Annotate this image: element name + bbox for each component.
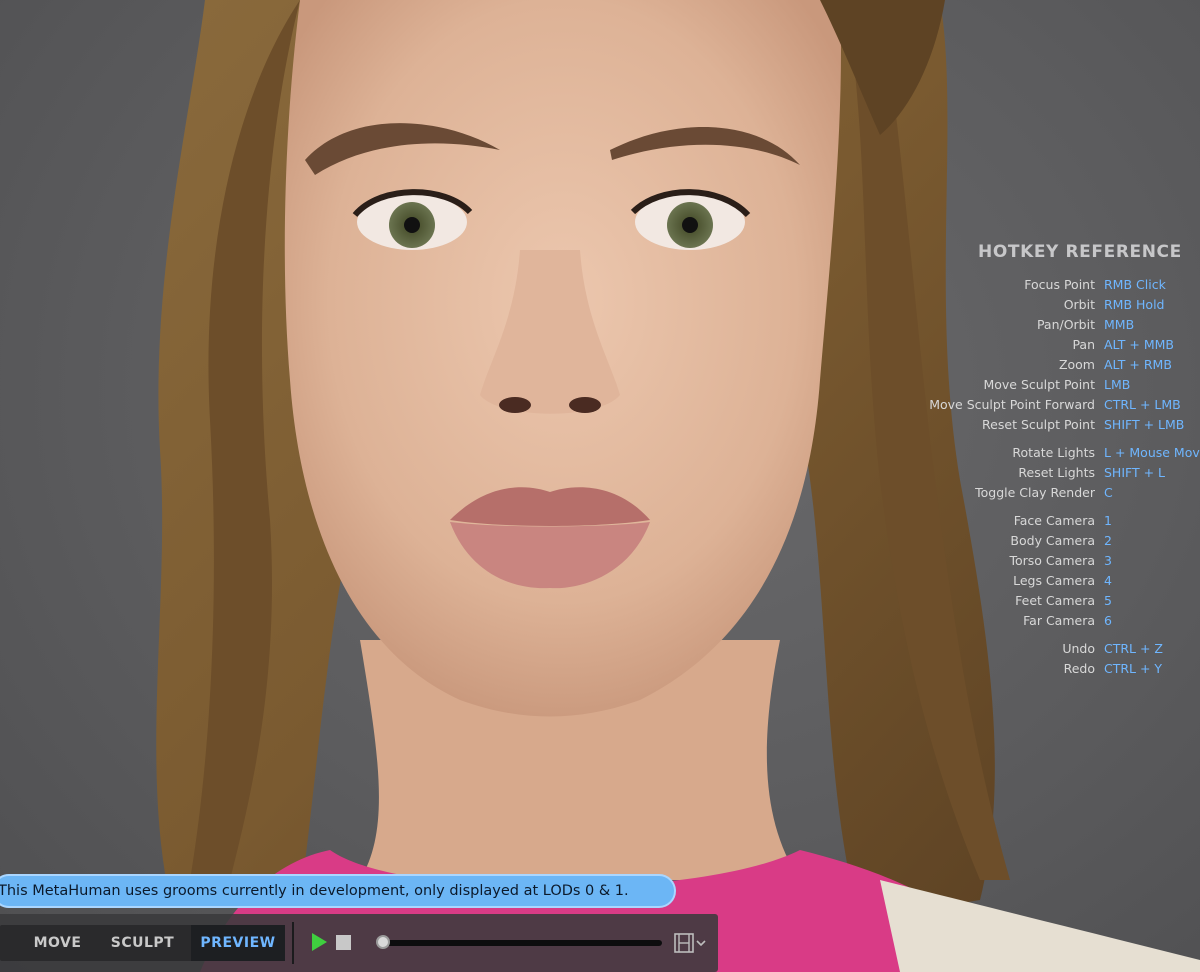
hotkey-action: Body Camera — [1010, 533, 1095, 548]
hotkey-key: L + Mouse Move — [1104, 445, 1200, 460]
hotkey-action: Face Camera — [1013, 513, 1095, 528]
hotkey-row: Reset Sculpt Point SHIFT + LMB — [930, 416, 1200, 434]
play-icon[interactable] — [310, 932, 328, 952]
hotkey-row: Redo CTRL + Y — [930, 660, 1200, 678]
mode-button-sculpt[interactable]: SCULPT — [95, 925, 190, 961]
hotkey-action: Rotate Lights — [1012, 445, 1095, 460]
mode-selector: MOVE SCULPT PREVIEW — [0, 925, 285, 961]
hotkey-key: 2 — [1104, 533, 1112, 548]
hotkey-key: 5 — [1104, 593, 1112, 608]
hotkey-row: Move Sculpt Point LMB — [930, 376, 1200, 394]
hotkey-key: 3 — [1104, 553, 1112, 568]
hotkey-row: Toggle Clay Render C — [930, 484, 1200, 502]
hotkey-row: Reset Lights SHIFT + L — [930, 464, 1200, 482]
hotkey-row: Move Sculpt Point Forward CTRL + LMB — [929, 396, 1200, 414]
hotkey-action: Move Sculpt Point Forward — [929, 397, 1095, 412]
hotkey-action: Pan/Orbit — [1036, 317, 1095, 332]
hotkey-action: Redo — [1063, 661, 1095, 676]
hotkey-action: Legs Camera — [1013, 573, 1095, 588]
mode-button-offscreen[interactable] — [0, 925, 10, 961]
hotkey-row: Pan/Orbit MMB — [930, 316, 1200, 334]
hotkey-action: Toggle Clay Render — [975, 485, 1095, 500]
toolbar-divider — [292, 922, 294, 964]
groom-notice-banner: This MetaHuman uses grooms currently in … — [0, 874, 676, 908]
hotkey-row: Torso Camera 3 — [930, 552, 1200, 570]
hotkey-key: SHIFT + L — [1104, 465, 1166, 480]
hotkey-key: MMB — [1104, 317, 1135, 332]
hotkey-action: Feet Camera — [1015, 593, 1095, 608]
hotkey-row: Zoom ALT + RMB — [930, 356, 1200, 374]
hotkey-action: Reset Sculpt Point — [982, 417, 1095, 432]
hotkey-action: Orbit — [1063, 297, 1095, 312]
hotkey-row: Far Camera 6 — [930, 612, 1200, 630]
hotkey-action: Torso Camera — [1009, 553, 1096, 568]
hotkey-key: ALT + MMB — [1104, 337, 1174, 352]
hotkey-row: Face Camera 1 — [930, 512, 1200, 530]
hotkey-key: C — [1104, 485, 1113, 500]
hotkey-row: Undo CTRL + Z — [930, 640, 1200, 658]
hotkey-row: Body Camera 2 — [930, 532, 1200, 550]
mode-button-move[interactable]: MOVE — [20, 925, 95, 961]
hotkey-row: Feet Camera 5 — [930, 592, 1200, 610]
timeline-scrubber[interactable] — [376, 935, 390, 949]
playback-timeline[interactable] — [376, 934, 666, 952]
hotkey-action: Move Sculpt Point — [983, 377, 1095, 392]
hotkey-key: ALT + RMB — [1104, 357, 1172, 372]
hotkey-action: Zoom — [1058, 357, 1095, 372]
hotkey-action: Reset Lights — [1018, 465, 1095, 480]
hotkey-row: Orbit RMB Hold — [930, 296, 1200, 314]
hotkey-reference-title: HOTKEY REFERENCE — [978, 242, 1182, 262]
hotkey-action: Pan — [1072, 337, 1095, 352]
hotkey-key: 4 — [1104, 573, 1112, 588]
hotkey-row: Rotate Lights L + Mouse Move — [930, 444, 1200, 462]
hotkey-row: Focus Point RMB Click — [930, 276, 1200, 294]
stop-icon[interactable] — [336, 935, 351, 950]
hotkey-key: 6 — [1104, 613, 1112, 628]
hotkey-action: Undo — [1062, 641, 1095, 656]
hotkey-key: 1 — [1104, 513, 1112, 528]
film-strip-dropdown-icon[interactable] — [674, 933, 708, 953]
hotkey-action: Focus Point — [1024, 277, 1095, 292]
groom-notice-text: This MetaHuman uses grooms currently in … — [0, 883, 629, 899]
hotkey-key: RMB Hold — [1104, 297, 1165, 312]
hotkey-row: Legs Camera 4 — [930, 572, 1200, 590]
bottom-toolbar: MOVE SCULPT PREVIEW — [0, 914, 718, 972]
hotkey-key: LMB — [1104, 377, 1131, 392]
hotkey-key: CTRL + Y — [1104, 661, 1163, 676]
hotkey-key: RMB Click — [1104, 277, 1166, 292]
hotkey-key: CTRL + LMB — [1104, 397, 1181, 412]
hotkey-key: CTRL + Z — [1104, 641, 1163, 656]
hotkey-action: Far Camera — [1023, 613, 1095, 628]
hotkey-key: SHIFT + LMB — [1104, 417, 1185, 432]
timeline-track[interactable] — [380, 940, 662, 946]
mode-button-preview[interactable]: PREVIEW — [191, 925, 285, 961]
hotkey-row: Pan ALT + MMB — [930, 336, 1200, 354]
